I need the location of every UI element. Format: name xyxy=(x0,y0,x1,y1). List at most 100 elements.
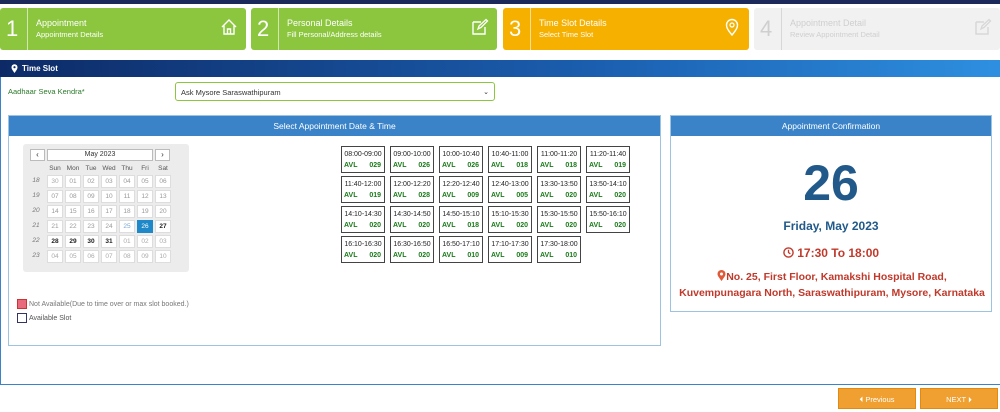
calendar-day[interactable]: 28 xyxy=(47,235,63,248)
time-slot[interactable]: 09:00-10:00 AVL 026 xyxy=(390,146,434,173)
slot-avl-label: AVL xyxy=(344,162,358,169)
calendar-day[interactable]: 07 xyxy=(101,250,117,263)
time-slot[interactable]: 11:40-12:00 AVL 019 xyxy=(341,176,385,203)
calendar-day[interactable]: 08 xyxy=(65,190,81,203)
time-slot[interactable]: 14:10-14:30 AVL 020 xyxy=(341,206,385,233)
time-slot[interactable]: 17:10-17:30 AVL 009 xyxy=(488,236,532,263)
time-slot[interactable]: 11:20-11:40 AVL 019 xyxy=(586,146,630,173)
calendar-day[interactable]: 05 xyxy=(65,250,81,263)
calendar-day[interactable]: 06 xyxy=(155,175,171,188)
calendar-day[interactable]: 29 xyxy=(65,235,81,248)
previous-button[interactable]: ⏴ Previous xyxy=(838,388,916,409)
slot-time: 14:50-15:10 xyxy=(442,211,480,218)
calendar-day[interactable]: 07 xyxy=(47,190,63,203)
step-subtitle: Fill Personal/Address details xyxy=(287,30,382,39)
kendra-select[interactable]: Ask Mysore Saraswathipuram ⌄ xyxy=(175,82,495,101)
calendar-day-selected[interactable]: 26 xyxy=(137,220,153,233)
calendar-day[interactable]: 03 xyxy=(101,175,117,188)
section-title: Time Slot xyxy=(22,64,58,73)
calendar-day[interactable]: 09 xyxy=(137,250,153,263)
time-slot[interactable]: 13:50-14:10 AVL 020 xyxy=(586,176,630,203)
calendar-day[interactable]: 09 xyxy=(83,190,99,203)
slot-time: 14:30-14:50 xyxy=(393,211,431,218)
slot-time: 12:00-12:20 xyxy=(393,181,431,188)
time-slot[interactable]: 11:00-11:20 AVL 018 xyxy=(537,146,581,173)
step-appointment[interactable]: 1 Appointment Appointment Details xyxy=(0,8,246,50)
calendar-day[interactable]: 25 xyxy=(119,220,135,233)
kendra-label: Aadhaar Seva Kendra* xyxy=(8,87,85,96)
calendar-day[interactable]: 05 xyxy=(137,175,153,188)
slot-count: 018 xyxy=(467,222,479,229)
previous-label: Previous xyxy=(865,395,895,404)
calendar-day[interactable]: 01 xyxy=(119,235,135,248)
calendar-day[interactable]: 15 xyxy=(65,205,81,218)
calendar-day[interactable]: 11 xyxy=(119,190,135,203)
calendar-day[interactable]: 02 xyxy=(83,175,99,188)
calendar-day[interactable]: 01 xyxy=(65,175,81,188)
time-slot[interactable]: 10:00-10:40 AVL 026 xyxy=(439,146,483,173)
calendar-day[interactable]: 04 xyxy=(119,175,135,188)
next-month-button[interactable]: › xyxy=(155,149,170,161)
calendar-day[interactable]: 04 xyxy=(47,250,63,263)
time-slot[interactable]: 12:20-12:40 AVL 009 xyxy=(439,176,483,203)
slot-avl-label: AVL xyxy=(393,192,407,199)
calendar-day[interactable]: 14 xyxy=(47,205,63,218)
time-slot[interactable]: 12:00-12:20 AVL 028 xyxy=(390,176,434,203)
confirmation-day: 26 xyxy=(803,155,859,211)
time-slot[interactable]: 14:30-14:50 AVL 020 xyxy=(390,206,434,233)
prev-month-button[interactable]: ‹ xyxy=(30,149,45,161)
calendar-day[interactable]: 02 xyxy=(137,235,153,248)
calendar-day[interactable]: 20 xyxy=(155,205,171,218)
time-slot[interactable]: 16:50-17:10 AVL 010 xyxy=(439,236,483,263)
next-button[interactable]: NEXT ⏵ xyxy=(920,388,998,409)
slot-count: 019 xyxy=(614,162,626,169)
time-slot[interactable]: 13:30-13:50 AVL 020 xyxy=(537,176,581,203)
calendar-day[interactable]: 30 xyxy=(47,175,63,188)
calendar-day[interactable]: 10 xyxy=(101,190,117,203)
calendar-day[interactable]: 10 xyxy=(155,250,171,263)
calendar-day[interactable]: 31 xyxy=(101,235,117,248)
time-slot[interactable]: 16:10-16:30 AVL 020 xyxy=(341,236,385,263)
week-number: 18 xyxy=(32,177,40,184)
calendar-day[interactable]: 22 xyxy=(65,220,81,233)
step-time-slot[interactable]: 3 Time Slot Details Select Time Slot xyxy=(503,8,749,50)
time-slot[interactable]: 15:30-15:50 AVL 020 xyxy=(537,206,581,233)
calendar-day[interactable]: 21 xyxy=(47,220,63,233)
slot-avl-label: AVL xyxy=(491,162,505,169)
calendar-day[interactable]: 18 xyxy=(119,205,135,218)
calendar-day[interactable]: 23 xyxy=(83,220,99,233)
not-available-legend: Not Available(Due to time over or max sl… xyxy=(29,301,189,308)
calendar-day[interactable]: 24 xyxy=(101,220,117,233)
calendar-day[interactable]: 19 xyxy=(137,205,153,218)
slot-time: 10:00-10:40 xyxy=(442,151,480,158)
time-slot[interactable]: 14:50-15:10 AVL 018 xyxy=(439,206,483,233)
time-slot[interactable]: 16:30-16:50 AVL 020 xyxy=(390,236,434,263)
day-of-week-3: Wed xyxy=(102,165,116,172)
step-divider xyxy=(278,8,279,50)
calendar-day[interactable]: 17 xyxy=(101,205,117,218)
calendar-day[interactable]: 12 xyxy=(137,190,153,203)
time-slot[interactable]: 15:10-15:30 AVL 020 xyxy=(488,206,532,233)
calendar-day[interactable]: 03 xyxy=(155,235,171,248)
slot-avl-label: AVL xyxy=(393,162,407,169)
step-personal-details[interactable]: 2 Personal Details Fill Personal/Address… xyxy=(251,8,497,50)
calendar-day[interactable]: 30 xyxy=(83,235,99,248)
step-title: Appointment Detail xyxy=(790,18,867,28)
time-slot[interactable]: 08:00-09:00 AVL 029 xyxy=(341,146,385,173)
time-slot[interactable]: 15:50-16:10 AVL 020 xyxy=(586,206,630,233)
calendar-day[interactable]: 06 xyxy=(83,250,99,263)
calendar-day[interactable]: 13 xyxy=(155,190,171,203)
calendar-day[interactable]: 27 xyxy=(155,220,171,233)
time-slot[interactable]: 10:40-11:00 AVL 018 xyxy=(488,146,532,173)
time-slot[interactable]: 17:30-18:00 AVL 010 xyxy=(537,236,581,263)
calendar-day[interactable]: 16 xyxy=(83,205,99,218)
slot-time: 13:30-13:50 xyxy=(540,181,578,188)
calendar-day[interactable]: 08 xyxy=(119,250,135,263)
step-appointment-detail[interactable]: 4 Appointment Detail Review Appointment … xyxy=(754,8,1000,50)
slot-time: 16:10-16:30 xyxy=(344,241,382,248)
step-number: 4 xyxy=(760,16,773,41)
time-slot[interactable]: 12:40-13:00 AVL 005 xyxy=(488,176,532,203)
slot-avl-label: AVL xyxy=(442,162,456,169)
day-of-week-6: Sat xyxy=(158,165,168,172)
location-pin-icon xyxy=(717,270,726,281)
